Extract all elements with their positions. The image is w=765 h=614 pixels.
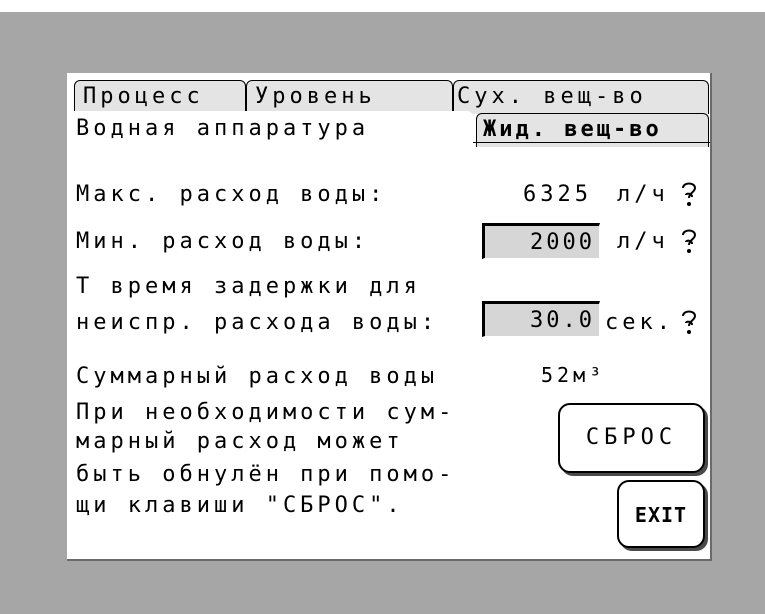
max-flow-value: 6325 xyxy=(523,182,592,207)
delay-unit: сек. xyxy=(605,310,674,335)
help-icon[interactable] xyxy=(678,226,700,256)
tab-level[interactable]: Уровень xyxy=(246,80,453,114)
info-line-3: быть обнулён при помо- xyxy=(76,462,456,487)
tab-water-equipment[interactable]: Водная аппаратура xyxy=(67,111,473,145)
tab-water-equipment-label: Водная аппаратура xyxy=(76,116,370,141)
max-flow-label: Макс. расход воды: xyxy=(76,182,387,207)
tab-level-label: Уровень xyxy=(255,84,376,109)
window-top-edge xyxy=(0,0,765,12)
info-line-1: При необходимости сум- xyxy=(76,400,456,425)
reset-button[interactable]: СБРОС xyxy=(558,403,705,473)
reset-button-label: СБРОС xyxy=(585,425,678,450)
tab-process[interactable]: Процесс xyxy=(74,80,246,114)
delay-input[interactable]: 30.0 xyxy=(482,301,600,337)
max-flow-unit: л/ч xyxy=(617,182,669,207)
tab-process-label: Процесс xyxy=(83,84,204,109)
total-flow-value: 52м³ xyxy=(541,363,606,387)
delay-value: 30.0 xyxy=(530,308,595,333)
min-flow-label: Мин. расход воды: xyxy=(76,229,370,254)
info-line-4: щи клавиши "СБРОС". xyxy=(76,493,404,518)
info-line-2: марный расход может xyxy=(76,429,404,454)
min-flow-unit: л/ч xyxy=(617,229,669,254)
tab-liquid-substance-label: Жид. вещ-во xyxy=(483,117,662,142)
delay-label-line1: Т время задержки для xyxy=(76,274,421,299)
exit-button[interactable]: EXIT xyxy=(617,480,705,548)
delay-label-line2: неиспр. расхода воды: xyxy=(76,310,439,335)
min-flow-value: 2000 xyxy=(530,230,595,255)
water-equipment-panel: Процесс Уровень Сух. вещ-во Водная аппар… xyxy=(67,73,712,561)
tab-divider xyxy=(473,142,710,143)
total-flow-label: Суммарный расход воды xyxy=(76,364,439,389)
min-flow-input[interactable]: 2000 xyxy=(482,223,600,259)
help-icon[interactable] xyxy=(678,179,700,209)
tab-dry-substance-label: Сух. вещ-во xyxy=(457,84,647,109)
tab-dry-substance[interactable]: Сух. вещ-во xyxy=(453,80,709,114)
help-icon[interactable] xyxy=(678,307,700,337)
exit-button-label: EXIT xyxy=(634,503,688,527)
